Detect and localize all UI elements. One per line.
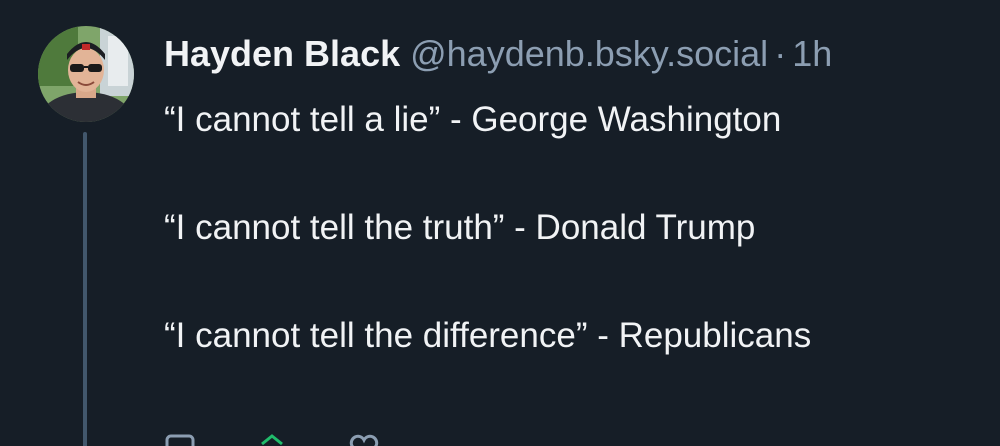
post-header: Hayden Black @haydenb.bsky.social · 1h <box>164 32 832 76</box>
thread-line <box>83 132 87 446</box>
reply-icon <box>165 434 195 446</box>
post-actions <box>164 432 380 446</box>
author-display-name[interactable]: Hayden Black <box>164 33 400 74</box>
like-button[interactable] <box>348 432 380 446</box>
repost-button[interactable] <box>256 432 288 446</box>
author-handle[interactable]: @haydenb.bsky.social <box>410 33 768 74</box>
post-card[interactable]: Hayden Black @haydenb.bsky.social · 1h “I c… <box>0 0 1000 446</box>
post-timestamp[interactable]: 1h <box>792 33 832 74</box>
post-paragraph: “I cannot tell a lie” - George Washingto… <box>164 100 782 139</box>
reply-button[interactable] <box>164 432 196 446</box>
avatar-photo <box>38 26 134 122</box>
repost-icon <box>261 434 283 446</box>
separator-dot: · <box>774 33 787 74</box>
post-text: “I cannot tell a lie” - George Washingto… <box>164 96 964 360</box>
heart-icon <box>349 434 379 446</box>
avatar[interactable] <box>38 26 134 122</box>
post-paragraph: “I cannot tell the truth” - Donald Trump <box>164 208 756 247</box>
post-paragraph: “I cannot tell the difference” - Republi… <box>164 316 812 355</box>
